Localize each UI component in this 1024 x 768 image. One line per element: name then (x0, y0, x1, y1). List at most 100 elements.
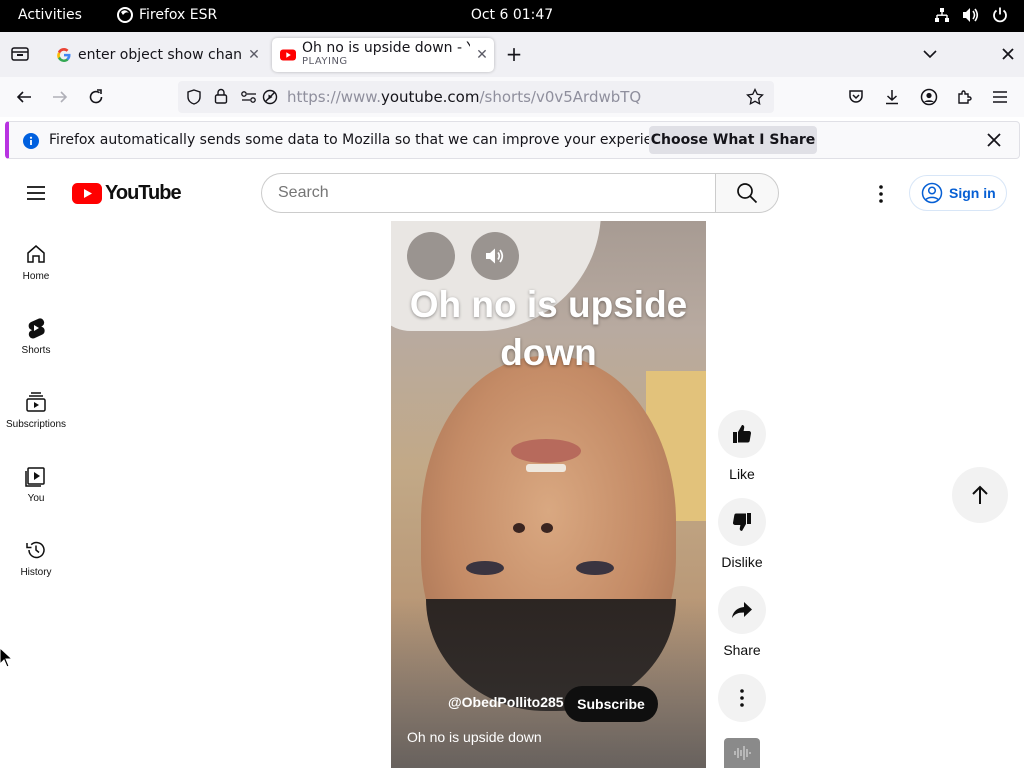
mouse-cursor-icon (0, 648, 12, 668)
system-tray[interactable] (934, 7, 1008, 23)
google-icon (57, 48, 71, 62)
sign-in-label: Sign in (949, 185, 996, 201)
extensions-button[interactable] (951, 83, 979, 111)
sidebar-item-label: Home (22, 271, 50, 282)
vertical-dots-icon (879, 185, 883, 203)
back-arrow-icon (16, 91, 31, 103)
dislike-button[interactable]: Dislike (718, 498, 766, 570)
notification-message: Firefox automatically sends some data to… (49, 132, 682, 148)
more-actions-button[interactable] (718, 674, 766, 730)
vertical-dots-icon (740, 689, 744, 707)
sidebar-item-shorts[interactable]: Shorts (0, 317, 72, 356)
url-text[interactable]: https://www.youtube.com/shorts/v0v5Ardwb… (287, 88, 641, 106)
puzzle-icon (958, 90, 972, 104)
app-menu[interactable]: Firefox ESR (117, 7, 217, 23)
tab-close-button[interactable]: ✕ (470, 47, 494, 63)
guide-menu-button[interactable] (24, 181, 48, 209)
power-icon (993, 7, 1007, 23)
subscribe-button[interactable]: Subscribe (564, 686, 658, 722)
tab-google[interactable]: enter object show channe ✕ (48, 38, 266, 72)
tab-title: enter object show channe (78, 47, 242, 63)
reload-button[interactable] (82, 83, 110, 111)
close-icon (1002, 48, 1014, 60)
arrow-up-icon (972, 485, 988, 504)
tracking-protection-icon[interactable] (186, 89, 202, 105)
firefox-icon (117, 7, 133, 23)
back-button[interactable] (10, 83, 38, 111)
sign-in-button[interactable]: Sign in (909, 175, 1007, 211)
clock[interactable]: Oct 6 01:47 (471, 7, 553, 23)
firefox-view-button[interactable] (10, 44, 30, 64)
url-bar[interactable]: https://www.youtube.com/shorts/v0v5Ardwb… (178, 81, 774, 113)
downloads-button[interactable] (878, 83, 906, 111)
close-icon[interactable] (983, 129, 1005, 151)
sidebar-item-history[interactable]: History (0, 539, 72, 578)
hamburger-icon (993, 91, 1007, 103)
forward-button[interactable] (46, 83, 74, 111)
dislike-label: Dislike (721, 554, 763, 570)
sidebar-item-label: Subscriptions (5, 419, 67, 430)
home-icon (27, 245, 45, 263)
data-collection-notification: Firefox automatically sends some data to… (5, 121, 1020, 159)
search-button[interactable] (715, 173, 779, 213)
tab-playing-label: PLAYING (302, 56, 348, 67)
lock-icon[interactable] (214, 88, 228, 104)
youtube-logo[interactable]: YouTube (72, 182, 182, 205)
permissions-icon[interactable] (240, 89, 258, 105)
sidebar-item-subscriptions[interactable]: Subscriptions (0, 391, 72, 430)
play-pause-button[interactable] (407, 232, 455, 280)
video-overlay-title: Oh no is upside down (409, 284, 688, 373)
volume-icon (486, 248, 504, 264)
account-icon (920, 88, 938, 106)
pocket-button[interactable] (842, 83, 870, 111)
history-icon (26, 541, 45, 559)
tab-youtube-short[interactable]: Oh no is upside down - Yo PLAYING ✕ (272, 38, 494, 72)
like-button[interactable]: Like (718, 410, 766, 482)
search-input[interactable] (261, 173, 716, 213)
close-window-button[interactable] (998, 44, 1018, 64)
sound-thumbnail[interactable] (724, 738, 760, 768)
activities-button[interactable]: Activities (18, 7, 82, 23)
info-icon (23, 133, 39, 149)
short-video-player[interactable]: Oh no is upside down @ObedPollito285 Sub… (391, 221, 706, 768)
settings-menu-button[interactable] (868, 181, 894, 207)
bookmark-star-icon[interactable] (746, 88, 764, 106)
youtube-wordmark: YouTube (105, 182, 182, 204)
thumbs-down-icon (732, 513, 751, 531)
sidebar-item-label: Shorts (21, 345, 51, 356)
tab-bar: enter object show channe ✕ Oh no is upsi… (0, 32, 1024, 77)
navigation-toolbar: https://www.youtube.com/shorts/v0v5Ardwb… (0, 77, 1024, 117)
audio-wave-icon (734, 746, 751, 760)
pocket-icon (849, 90, 863, 103)
new-tab-button[interactable]: + (504, 42, 524, 66)
subscriptions-icon (26, 392, 46, 412)
app-menu-button[interactable] (986, 83, 1014, 111)
sidebar-item-home[interactable]: Home (0, 243, 72, 282)
hamburger-icon (27, 186, 45, 200)
sidebar-item-label: You (27, 493, 45, 504)
list-all-tabs-button[interactable] (920, 44, 940, 64)
volume-icon (963, 8, 979, 22)
share-icon (732, 602, 752, 618)
share-button[interactable]: Share (718, 586, 766, 658)
choose-what-i-share-button[interactable]: Choose What I Share (649, 126, 817, 154)
firefox-view-icon (11, 47, 29, 61)
like-label: Like (729, 466, 755, 482)
autoplay-blocked-icon[interactable] (262, 89, 278, 105)
mute-button[interactable] (471, 232, 519, 280)
user-circle-icon (921, 182, 943, 204)
video-caption[interactable]: Oh no is upside down (407, 729, 542, 745)
forward-arrow-icon (53, 91, 68, 103)
sidebar-item-you[interactable]: You (0, 465, 72, 504)
tab-title: Oh no is upside down - Yo (302, 41, 470, 55)
reload-icon (89, 89, 103, 104)
previous-video-button[interactable] (952, 467, 1008, 523)
tab-close-button[interactable]: ✕ (242, 47, 266, 63)
you-icon (25, 467, 45, 487)
account-button[interactable] (915, 83, 943, 111)
thumbs-up-icon (733, 425, 752, 443)
share-label: Share (723, 642, 761, 658)
chevron-down-icon (923, 50, 937, 59)
youtube-icon (280, 49, 296, 61)
channel-name-link[interactable]: @ObedPollito285 (448, 694, 564, 710)
